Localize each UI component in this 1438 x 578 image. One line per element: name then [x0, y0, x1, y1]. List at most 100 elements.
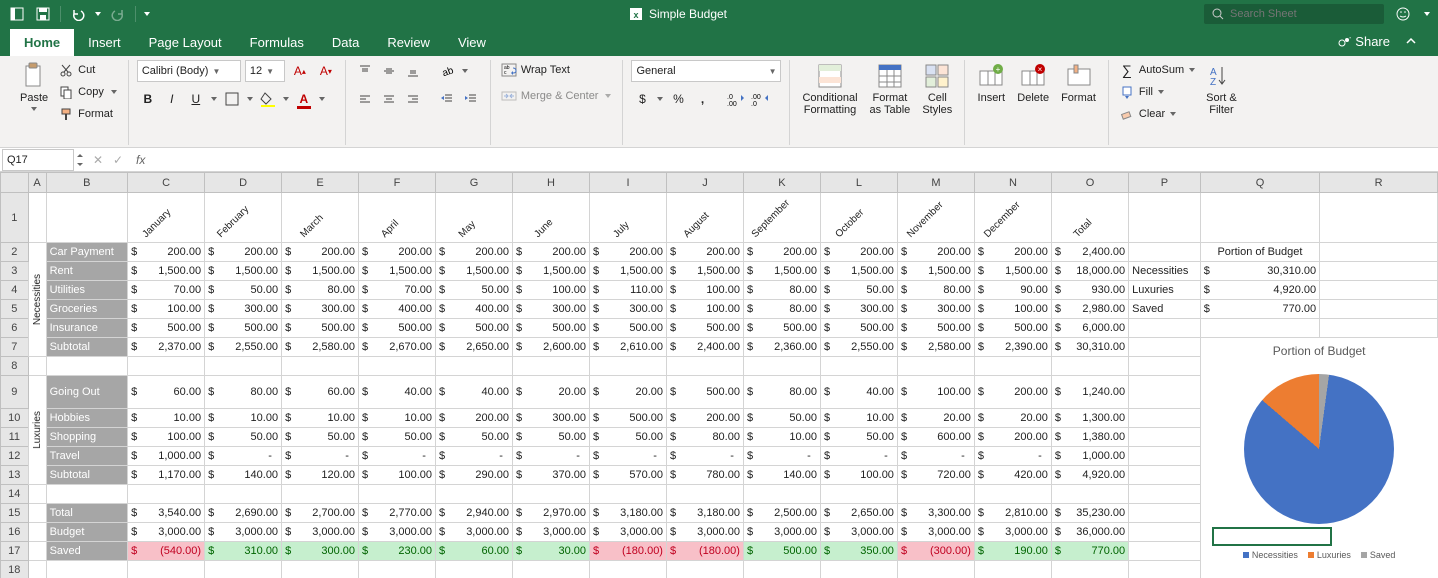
cell[interactable]: $80.00 — [282, 281, 359, 300]
cell[interactable]: $200.00 — [513, 243, 590, 262]
row-label[interactable]: Car Payment — [46, 243, 128, 262]
orientation-icon[interactable]: ab — [436, 60, 458, 82]
row-label[interactable]: Hobbies — [46, 408, 128, 427]
col-header-L[interactable]: L — [820, 173, 897, 193]
copy-button[interactable]: Copy — [56, 82, 120, 102]
cell[interactable]: $80.00 — [897, 281, 974, 300]
row-header[interactable]: 7 — [1, 338, 29, 357]
align-center-icon[interactable] — [378, 88, 400, 110]
cell[interactable]: $3,000.00 — [436, 522, 513, 541]
cell[interactable] — [590, 484, 667, 503]
cell[interactable]: $300.00 — [897, 300, 974, 319]
cell[interactable]: $10.00 — [205, 408, 282, 427]
worksheet-grid[interactable]: ABCDEFGHIJKLMNOPQR1JanuaryFebruaryMarchA… — [0, 172, 1438, 578]
cell[interactable]: $300.00 — [205, 300, 282, 319]
cell[interactable]: $1,000.00 — [128, 446, 205, 465]
tab-insert[interactable]: Insert — [74, 29, 135, 56]
cell[interactable]: $2,370.00 — [128, 338, 205, 357]
cell[interactable] — [46, 484, 128, 503]
enter-formula-icon[interactable]: ✓ — [108, 153, 128, 167]
align-bottom-icon[interactable] — [402, 60, 424, 82]
cell[interactable] — [1129, 560, 1201, 578]
cell[interactable]: $90.00 — [974, 281, 1051, 300]
cell[interactable]: $200.00 — [743, 243, 820, 262]
cell[interactable]: $500.00 — [820, 319, 897, 338]
col-header-Q[interactable]: Q — [1200, 173, 1319, 193]
month-header[interactable]: Total — [1051, 193, 1128, 243]
row-header[interactable]: 17 — [1, 541, 29, 560]
cut-button[interactable]: Cut — [56, 60, 120, 80]
cell[interactable]: $500.00 — [666, 376, 743, 409]
cell[interactable]: $40.00 — [820, 376, 897, 409]
row-label[interactable]: Utilities — [46, 281, 128, 300]
cell[interactable]: $3,000.00 — [820, 522, 897, 541]
cell-styles-button[interactable]: Cell Styles — [918, 60, 956, 118]
col-header-P[interactable]: P — [1129, 173, 1201, 193]
wrap-text-button[interactable]: abcWrap Text — [499, 60, 572, 80]
format-cells-button[interactable]: Format — [1057, 60, 1100, 106]
cell[interactable] — [1200, 319, 1319, 338]
cell[interactable]: $100.00 — [666, 300, 743, 319]
col-header-B[interactable]: B — [46, 173, 128, 193]
row-label[interactable]: Subtotal — [46, 465, 128, 484]
cell[interactable]: $20.00 — [513, 376, 590, 409]
cell[interactable]: $300.00 — [513, 300, 590, 319]
cell[interactable] — [974, 560, 1051, 578]
cell[interactable]: $50.00 — [820, 427, 897, 446]
cell[interactable] — [897, 357, 974, 376]
cell[interactable] — [359, 484, 436, 503]
cell[interactable] — [743, 357, 820, 376]
cell[interactable]: $- — [743, 446, 820, 465]
cancel-formula-icon[interactable]: ✕ — [88, 153, 108, 167]
cell[interactable]: $50.00 — [436, 427, 513, 446]
cell[interactable]: $70.00 — [128, 281, 205, 300]
cell[interactable] — [820, 560, 897, 578]
cell[interactable]: $200.00 — [359, 243, 436, 262]
row-label[interactable]: Shopping — [46, 427, 128, 446]
cell[interactable] — [666, 357, 743, 376]
col-header-M[interactable]: M — [897, 173, 974, 193]
cell[interactable]: $3,300.00 — [897, 503, 974, 522]
col-header-J[interactable]: J — [666, 173, 743, 193]
cell[interactable] — [128, 484, 205, 503]
row-label[interactable]: Total — [46, 503, 128, 522]
underline-caret-icon[interactable] — [209, 88, 219, 110]
cell[interactable]: $(180.00) — [666, 541, 743, 560]
cell[interactable]: $200.00 — [666, 243, 743, 262]
format-as-table-button[interactable]: Format as Table — [866, 60, 915, 118]
cell[interactable]: $200.00 — [820, 243, 897, 262]
cell[interactable]: $3,000.00 — [974, 522, 1051, 541]
paste-button[interactable]: Paste — [16, 60, 52, 114]
portion-label[interactable]: Saved — [1129, 300, 1201, 319]
cell[interactable]: $930.00 — [1051, 281, 1128, 300]
cell[interactable]: $500.00 — [513, 319, 590, 338]
comma-icon[interactable]: , — [691, 88, 713, 110]
cell[interactable]: $50.00 — [205, 281, 282, 300]
month-header[interactable]: September — [743, 193, 820, 243]
undo-menu-caret-icon[interactable] — [93, 3, 103, 25]
cell[interactable] — [974, 357, 1051, 376]
cell[interactable]: $2,550.00 — [820, 338, 897, 357]
cell[interactable]: $720.00 — [897, 465, 974, 484]
increase-indent-icon[interactable] — [460, 88, 482, 110]
cell[interactable] — [666, 484, 743, 503]
cell[interactable]: $500.00 — [590, 408, 667, 427]
cell[interactable] — [743, 484, 820, 503]
cell[interactable]: $200.00 — [590, 243, 667, 262]
row-header[interactable]: 11 — [1, 427, 29, 446]
cell[interactable] — [1129, 193, 1201, 243]
cell[interactable] — [128, 560, 205, 578]
fill-color-button[interactable] — [257, 88, 279, 110]
fill-color-caret-icon[interactable] — [281, 88, 291, 110]
format-painter-button[interactable]: Format — [56, 104, 120, 124]
insert-cells-button[interactable]: +Insert — [973, 60, 1009, 106]
cell[interactable]: $20.00 — [590, 376, 667, 409]
col-header-K[interactable]: K — [743, 173, 820, 193]
tab-review[interactable]: Review — [373, 29, 444, 56]
cell[interactable]: $10.00 — [128, 408, 205, 427]
cell[interactable]: $1,500.00 — [974, 262, 1051, 281]
tab-view[interactable]: View — [444, 29, 500, 56]
month-header[interactable]: November — [897, 193, 974, 243]
cell[interactable] — [205, 560, 282, 578]
row-label[interactable]: Subtotal — [46, 338, 128, 357]
